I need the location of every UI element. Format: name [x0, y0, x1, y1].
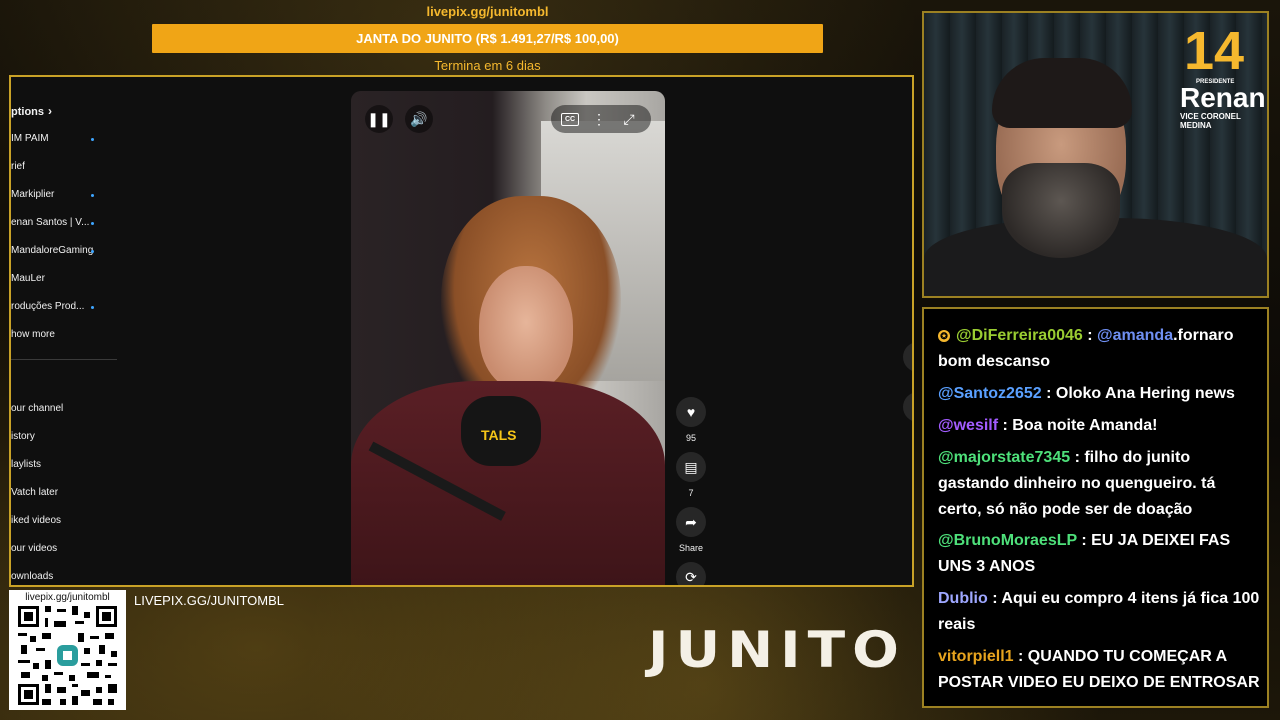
sidebar-item-label: istory — [11, 431, 35, 442]
sidebar-item-label: Markiplier — [11, 189, 55, 200]
goal-bar-text: JANTA DO JUNITO (R$ 1.491,27/R$ 100,00) — [356, 31, 619, 46]
chat-username: @DiFerreira0046 — [956, 327, 1083, 344]
chat-username: Dublio — [938, 590, 988, 607]
goal-url: livepix.gg/junitombl — [426, 4, 549, 19]
chat-text: : Oloko Ana Hering news — [1046, 385, 1235, 402]
video-person-face — [479, 266, 573, 391]
sidebar-item-watch-later[interactable]: Vatch later — [11, 483, 121, 503]
new-content-dot — [91, 250, 94, 253]
sidebar-item-label: Vatch later — [11, 487, 59, 498]
sidebar-item-your-videos[interactable]: our videos — [11, 539, 121, 559]
sidebar-item-label: iked videos — [11, 515, 62, 526]
comment-button[interactable]: ▤ — [676, 452, 706, 482]
sidebar-item-subscription[interactable]: Markiplier — [11, 185, 121, 205]
campaign-number: 14 — [1184, 21, 1245, 81]
more-icon[interactable]: ⋮ — [589, 105, 609, 133]
chat-message: @majorstate7345 : filho do junito gastan… — [938, 445, 1260, 523]
chat-username: vitorpiell1 — [938, 648, 1014, 665]
sidebar-item-subscription[interactable]: rief — [11, 157, 121, 177]
sidebar-item-liked-videos[interactable]: iked videos — [11, 511, 121, 531]
campaign-vice: VICE CORONEL MEDINA — [1180, 112, 1241, 130]
sidebar-item-playlists[interactable]: laylists — [11, 455, 121, 475]
goal-progress-bar: JANTA DO JUNITO (R$ 1.491,27/R$ 100,00) — [152, 24, 823, 53]
remix-button[interactable]: ⟳ — [676, 562, 706, 585]
share-icon: ➦ — [685, 513, 697, 530]
like-count: 95 — [685, 433, 696, 443]
chat-message: ✪ @DiFerreira0046 : @amanda.fornaro bom d… — [938, 327, 1234, 370]
sidebar-item-label: rief — [11, 161, 25, 172]
star-badge-icon: ✪ — [938, 330, 950, 342]
sidebar-item-label: ownloads — [11, 571, 54, 582]
new-content-dot — [91, 194, 94, 197]
sidebar-item-label: roduções Prod... — [11, 301, 85, 312]
captions-icon[interactable]: CC — [561, 113, 579, 126]
chat-username: @BrunoMoraesLP — [938, 532, 1077, 549]
like-button[interactable]: ♥ — [676, 397, 706, 427]
sidebar-item-label: our channel — [11, 403, 64, 414]
brand-logo: JUNITO — [648, 621, 906, 679]
sidebar-item-label: enan Santos | V... — [11, 217, 90, 228]
webcam-person-hair — [992, 58, 1132, 128]
new-content-dot — [91, 138, 94, 141]
chat-username: @wesilf — [938, 417, 999, 434]
goal-ends-text: Termina em 6 dias — [434, 58, 541, 73]
screen-capture: ptions › IM PAIM rief Markiplier enan San… — [9, 75, 914, 587]
sidebar-show-more[interactable]: how more — [11, 325, 121, 345]
qr-code-icon — [18, 606, 117, 705]
share-label: Share — [678, 543, 704, 553]
player-controls-group: CC ⋮ ⤢ — [551, 105, 651, 133]
campaign-name: Renan — [1180, 82, 1266, 113]
chat-message: vitorpiell1 : QUANDO TU COMEÇAR A POSTAR… — [938, 644, 1260, 696]
sidebar-divider — [11, 359, 117, 360]
pause-icon[interactable]: ❚❚ — [365, 105, 393, 133]
youtube-sidebar: ptions › IM PAIM rief Markiplier enan San… — [11, 77, 121, 585]
shorts-video-player[interactable]: TALS ❚❚ 🔊 CC ⋮ ⤢ — [351, 91, 665, 585]
heart-icon: ♥ — [686, 404, 696, 420]
mic-label: TALS — [481, 427, 517, 443]
sidebar-item-subscription[interactable]: roduções Prod... — [11, 297, 121, 317]
next-video-button[interactable] — [903, 392, 912, 422]
chevron-right-icon: › — [48, 104, 52, 118]
webcam-person-beard — [1002, 163, 1120, 258]
sidebar-item-label: our videos — [11, 543, 58, 554]
sidebar-item-label: MandaloreGaming — [11, 245, 94, 256]
sidebar-item-history[interactable]: istory — [11, 427, 121, 447]
sidebar-item-your-channel[interactable]: our channel — [11, 399, 121, 419]
sidebar-item-label: laylists — [11, 459, 42, 470]
chat-panel: ✪ @DiFerreira0046 : @amanda.fornaro bom d… — [922, 307, 1269, 708]
previous-video-button[interactable] — [903, 342, 912, 372]
comment-count: 7 — [688, 488, 694, 498]
chat-text: : Boa noite Amanda! — [1002, 417, 1158, 434]
new-content-dot — [91, 222, 94, 225]
sidebar-item-downloads[interactable]: ownloads — [11, 567, 121, 585]
chat-message: Dublio : Aqui eu compro 4 itens já fica … — [938, 586, 1260, 638]
sidebar-item-label: how more — [11, 329, 55, 340]
webcam-frame: 14 PRESIDENTE Renan VICE CORONEL MEDINA — [922, 11, 1269, 298]
sidebar-item-label: MauLer — [11, 273, 45, 284]
sidebar-item-label: IM PAIM — [11, 133, 49, 144]
new-content-dot — [91, 306, 94, 309]
sidebar-item-subscription[interactable]: IM PAIM — [11, 129, 121, 149]
chat-message: @wesilf : Boa noite Amanda! — [938, 413, 1260, 439]
chat-mention: @amanda — [1097, 327, 1174, 344]
chat-username: @Santoz2652 — [938, 385, 1042, 402]
remix-icon: ⟳ — [685, 568, 697, 585]
comment-icon: ▤ — [684, 458, 698, 475]
captions-label: CC — [564, 116, 576, 123]
share-button[interactable]: ➦ — [676, 507, 706, 537]
volume-icon[interactable]: 🔊 — [405, 105, 433, 133]
qr-code-panel: livepix.gg/junitombl — [9, 590, 126, 710]
fullscreen-icon[interactable]: ⤢ — [617, 105, 641, 133]
sidebar-item-subscription[interactable]: enan Santos | V... — [11, 213, 121, 233]
sidebar-subscriptions-header[interactable]: ptions › — [11, 101, 121, 121]
sidebar-item-subscription[interactable]: MandaloreGaming — [11, 241, 121, 261]
chat-message: @BrunoMoraesLP : EU JA DEIXEI FAS UNS 3 … — [938, 528, 1260, 580]
sidebar-item-subscription[interactable]: MauLer — [11, 269, 121, 289]
chat-username: @majorstate7345 — [938, 449, 1071, 466]
sidebar-header-label: ptions — [11, 106, 44, 118]
qr-url: livepix.gg/junitombl — [25, 592, 110, 603]
bottom-url: LIVEPIX.GG/JUNITOMBL — [134, 593, 285, 608]
chat-message: @Santoz2652 : Oloko Ana Hering news — [938, 381, 1260, 407]
